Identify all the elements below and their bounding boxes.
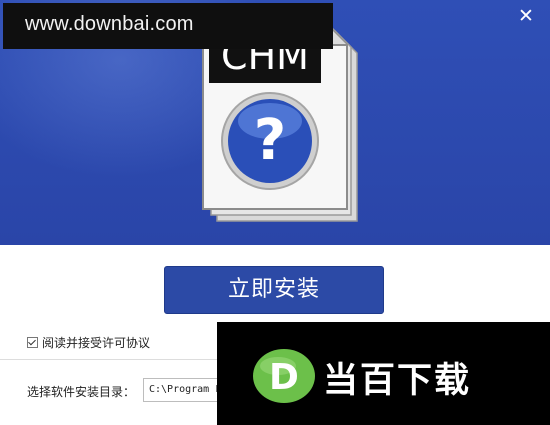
install-dir-label: 选择软件安装目录： <box>27 385 136 399</box>
close-button[interactable]: ✕ <box>516 6 536 26</box>
logo-letter: D <box>269 357 299 398</box>
license-label[interactable]: 阅读并接受许可协议 <box>42 334 150 351</box>
watermark-text: www.downbai.com <box>25 13 194 35</box>
brand-name: 当百下载 <box>323 361 472 401</box>
downbai-brand-overlay: D 当百下载 <box>217 322 550 425</box>
license-checkbox[interactable] <box>27 336 38 348</box>
question-mark-icon: ? <box>254 108 286 173</box>
watermark: www.downbai.com <box>3 3 333 49</box>
install-button[interactable]: 立即安装 <box>164 266 384 314</box>
downbai-logo: D <box>252 348 316 404</box>
license-agreement[interactable]: 阅读并接受许可协议 <box>27 333 150 351</box>
